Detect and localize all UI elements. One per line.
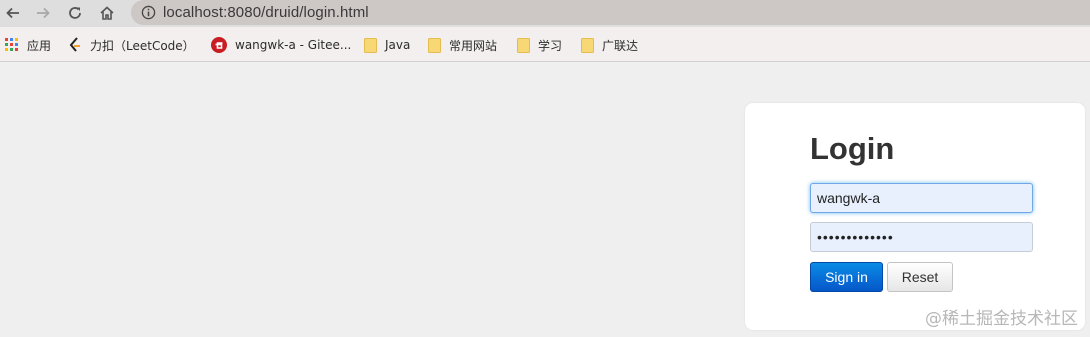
folder-icon (428, 37, 441, 53)
url-text: localhost:8080/druid/login.html (163, 4, 369, 21)
reload-button[interactable] (64, 2, 86, 24)
reset-button[interactable]: Reset (887, 262, 953, 292)
bookmark-folder-java[interactable]: Java (364, 36, 410, 54)
password-input[interactable] (810, 222, 1033, 252)
back-arrow-icon (6, 7, 19, 19)
bookmark-folder-common-sites[interactable]: 常用网站 (428, 36, 497, 54)
leetcode-icon (68, 37, 82, 53)
home-button[interactable] (96, 2, 118, 24)
address-bar[interactable]: localhost:8080/druid/login.html (131, 0, 1090, 25)
bookmark-label: 学习 (538, 38, 563, 53)
apps-grid-icon (5, 38, 19, 52)
forward-arrow-icon (37, 7, 50, 19)
home-icon (100, 6, 114, 20)
username-input[interactable] (810, 183, 1033, 213)
watermark-text: @稀土掘金技术社区 (925, 309, 1078, 329)
bookmark-label: 力扣（LeetCode） (90, 38, 195, 53)
bookmark-folder-study[interactable]: 学习 (517, 36, 562, 54)
folder-icon (581, 37, 594, 53)
bookmark-apps[interactable]: 应用 (5, 36, 51, 54)
bookmark-label: Java (385, 38, 411, 52)
reload-icon (69, 7, 81, 19)
bookmark-label: wangwk-a - Gitee... (235, 38, 352, 52)
site-info-icon[interactable] (141, 5, 156, 25)
folder-icon (364, 37, 377, 53)
bookmark-label: 常用网站 (449, 38, 498, 53)
sign-in-button[interactable]: Sign in (810, 262, 883, 292)
bookmark-label: 广联达 (602, 38, 639, 53)
bookmark-gitee[interactable]: wangwk-a - Gitee... (211, 36, 351, 54)
forward-button[interactable] (32, 2, 54, 24)
back-button[interactable] (2, 2, 24, 24)
gitee-icon (211, 37, 227, 53)
browser-toolbar: localhost:8080/druid/login.html (0, 0, 1090, 27)
login-card: Login Sign in Reset (745, 103, 1085, 330)
bookmark-leetcode[interactable]: 力扣（LeetCode） (68, 36, 195, 54)
login-title: Login (810, 131, 895, 166)
folder-icon (517, 37, 530, 53)
page-content: Login Sign in Reset @稀土掘金技术社区 (0, 63, 1090, 337)
bookmarks-bar: 应用 力扣（LeetCode） wangwk-a - Gitee... Java… (0, 27, 1090, 62)
bookmark-folder-glodon[interactable]: 广联达 (581, 36, 638, 54)
bookmark-label: 应用 (27, 38, 52, 53)
